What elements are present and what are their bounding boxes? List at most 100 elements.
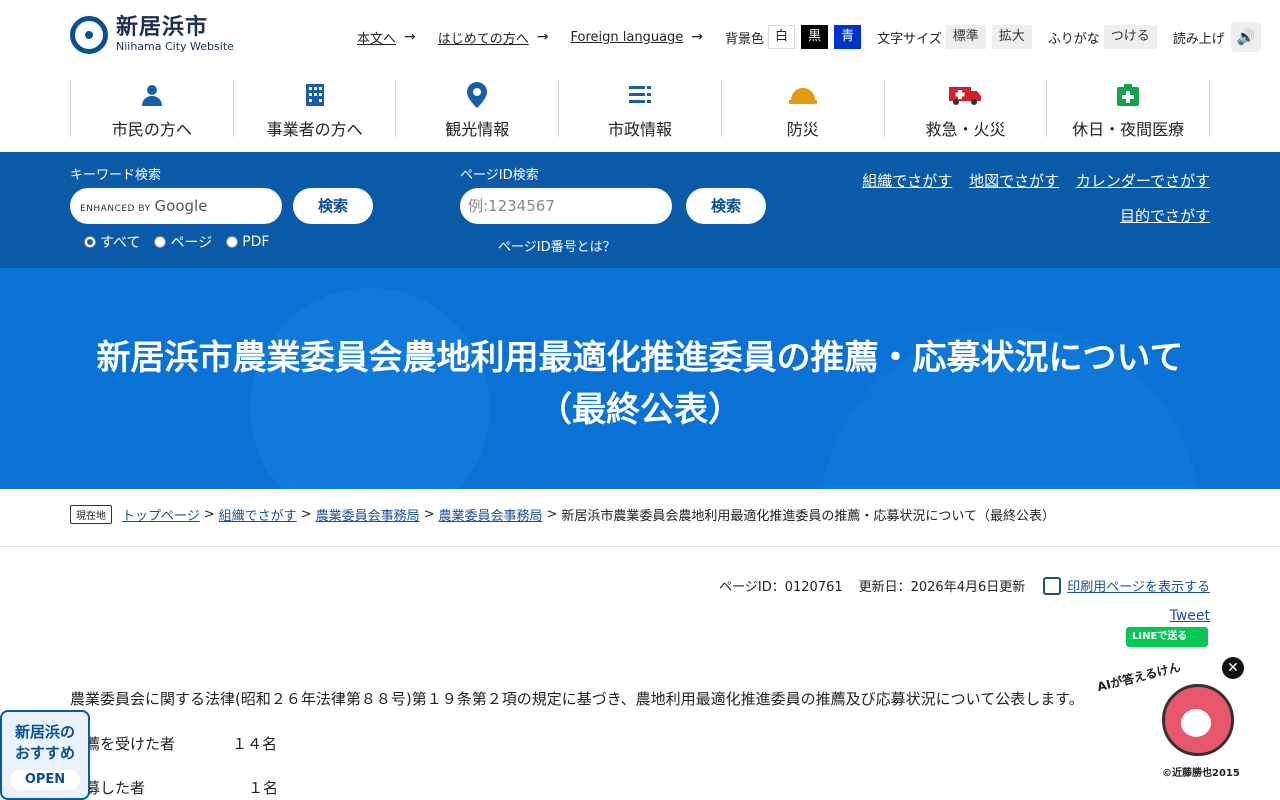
radio-label: ページ	[170, 235, 213, 251]
person-icon	[71, 82, 233, 108]
title-band: 新居浜市農業委員会農地利用最適化推進委員の推薦・応募状況について（最終公表）	[0, 268, 1280, 489]
google-brand-text: ENHANCED BY	[80, 204, 151, 214]
nav-holiday-medical[interactable]: 休日・夜間医療	[1046, 80, 1211, 139]
nav-label: 事業者の方へ	[266, 120, 363, 139]
global-nav: 市民の方へ 事業者の方へ 観光情報 市政情報 防災 救急・火災 休日・夜間医療	[70, 80, 1211, 139]
recommend-line2: おすすめ	[14, 744, 75, 762]
page-meta: ページID：0120761 更新日：2026年4月6日更新 印刷用ページを表示す…	[703, 576, 1210, 595]
arrow-right-icon: →	[691, 29, 704, 45]
breadcrumb-current: 新居浜市農業委員会農地利用最適化推進委員の推薦・応募状況について（最終公表）	[561, 509, 1056, 524]
page-title: 新居浜市農業委員会農地利用最適化推進委員の推薦・応募状況について（最終公表）	[96, 338, 1184, 430]
nav-label: 救急・火災	[925, 120, 1006, 139]
arrow-right-icon: →	[404, 29, 416, 45]
breadcrumb: 現在地 トップページ > 組織でさがす > 農業委員会事務局 > 農業委員会事務…	[70, 505, 1055, 524]
nav-label: 市民の方へ	[111, 120, 192, 139]
site-logo[interactable]: 新居浜市 Niihama City Website	[70, 16, 234, 54]
medical-icon	[1047, 82, 1209, 108]
mascot-character-icon	[1162, 684, 1234, 756]
arrow-right-icon: →	[536, 29, 549, 45]
search-by-purpose-link[interactable]: 目的でさがす	[1120, 207, 1210, 225]
nav-label: 休日・夜間医療	[1072, 120, 1185, 139]
logo-title: 新居浜市	[116, 15, 209, 40]
recommend-open-button[interactable]: OPEN	[10, 770, 80, 790]
first-visit-link[interactable]: はじめての方へ	[438, 28, 529, 47]
nav-label: 観光情報	[445, 120, 510, 139]
building-icon	[234, 82, 396, 108]
breadcrumb-separator: >	[203, 507, 215, 522]
speaker-icon[interactable]: 🔊	[1230, 22, 1261, 52]
radio-all[interactable]	[84, 236, 96, 248]
search-by-map-link[interactable]: 地図でさがす	[969, 172, 1059, 190]
breadcrumb-separator: >	[300, 507, 312, 522]
radio-label: すべて	[100, 235, 141, 251]
nav-tourism[interactable]: 観光情報	[395, 80, 558, 139]
search-by-calendar-link[interactable]: カレンダーでさがす	[1076, 172, 1210, 190]
read-aloud-label: 読み上げ	[1172, 31, 1225, 47]
nav-city-admin[interactable]: 市政情報	[558, 80, 721, 139]
breadcrumb-org[interactable]: 組織でさがす	[219, 505, 297, 524]
breadcrumb-dept-2[interactable]: 農業委員会事務局	[439, 505, 543, 524]
mascot-copyright: ©近藤勝也2015	[1162, 768, 1240, 779]
site-header: 新居浜市 Niihama City Website 本文へ → はじめての方へ …	[0, 0, 1280, 152]
ambulance-icon	[885, 82, 1047, 108]
furigana-label: ふりがな	[1047, 31, 1100, 47]
breadcrumb-separator: >	[546, 507, 558, 522]
ai-chat-widget[interactable]: ✕ AIが答えるけん ©近藤勝也2015	[1090, 657, 1260, 790]
pageid-search-label: ページID検索	[460, 168, 539, 183]
printer-icon	[1043, 576, 1062, 595]
updated-date: 更新日：2026年4月6日更新	[858, 580, 1026, 595]
keyword-search-input[interactable]: ENHANCED BY Google	[70, 188, 282, 224]
bg-blue-button[interactable]: 青	[834, 25, 862, 49]
utility-bar: 本文へ → はじめての方へ → Foreign language → 背景色 白…	[357, 22, 1261, 52]
nav-citizens[interactable]: 市民の方へ	[70, 80, 233, 139]
keyword-search-label: キーワード検索	[70, 168, 162, 183]
breadcrumb-dept[interactable]: 農業委員会事務局	[316, 505, 420, 524]
city-emblem-icon	[70, 16, 108, 54]
nav-emergency[interactable]: 救急・火災	[883, 80, 1047, 139]
radio-pdf[interactable]	[226, 236, 239, 248]
breadcrumb-top[interactable]: トップページ	[122, 505, 200, 524]
skip-to-content-link[interactable]: 本文へ	[357, 28, 396, 47]
recommended-value: １４名	[232, 735, 278, 753]
pageid-search-input[interactable]: 例:1234567	[460, 188, 672, 224]
page-id: ページID：0120761	[719, 580, 843, 595]
radio-page[interactable]	[154, 236, 167, 248]
breadcrumb-separator: >	[423, 507, 435, 522]
pageid-help-link[interactable]: ページID番号とは？	[498, 236, 616, 255]
nav-label: 防災	[786, 120, 819, 139]
logo-subtitle: Niihama City Website	[116, 40, 234, 53]
applicants-value: １名	[248, 779, 279, 797]
helmet-icon	[722, 82, 884, 108]
search-scope-radios: すべて ページ PDF	[84, 232, 283, 252]
close-icon[interactable]: ✕	[1222, 657, 1244, 679]
foreign-language-link[interactable]: Foreign language	[571, 30, 684, 45]
ai-widget-label: AIが答えるけん	[1095, 659, 1182, 695]
map-pin-icon	[396, 82, 558, 108]
line-share-button[interactable]: LINEで送る	[1126, 627, 1208, 647]
recommend-widget[interactable]: 新居浜の おすすめ OPEN	[0, 710, 90, 800]
bg-white-button[interactable]: 白	[768, 25, 796, 49]
search-links: 組織でさがす 地図でさがす カレンダーでさがす 目的でさがす	[850, 170, 1210, 226]
bg-color-label: 背景色	[725, 31, 765, 47]
keyword-search-button[interactable]: 検索	[293, 188, 373, 224]
list-icon	[559, 82, 721, 108]
current-location-badge: 現在地	[70, 505, 112, 524]
bg-black-button[interactable]: 黒	[801, 25, 829, 49]
font-large-button[interactable]: 拡大	[991, 25, 1032, 49]
search-band: キーワード検索 ENHANCED BY Google 検索 すべて ページ PDF…	[0, 152, 1280, 268]
divider	[0, 546, 1280, 547]
intro-paragraph: 農業委員会に関する法律(昭和２６年法律第８８号)第１９条第２項の規定に基づき、農…	[70, 690, 1084, 708]
nav-label: 市政情報	[608, 120, 673, 139]
search-by-org-link[interactable]: 組織でさがす	[862, 172, 952, 190]
google-logo: Google	[154, 197, 208, 215]
pageid-search-button[interactable]: 検索	[686, 188, 766, 224]
tweet-link[interactable]: Tweet	[1170, 608, 1210, 624]
nav-business[interactable]: 事業者の方へ	[232, 80, 396, 139]
recommend-line1: 新居浜の	[14, 723, 75, 741]
radio-label: PDF	[242, 234, 270, 250]
font-standard-button[interactable]: 標準	[945, 25, 986, 49]
nav-disaster[interactable]: 防災	[720, 80, 884, 139]
font-size-label: 文字サイズ	[877, 31, 942, 47]
furigana-button[interactable]: つける	[1103, 25, 1157, 49]
print-page-link[interactable]: 印刷用ページを表示する	[1067, 576, 1210, 595]
